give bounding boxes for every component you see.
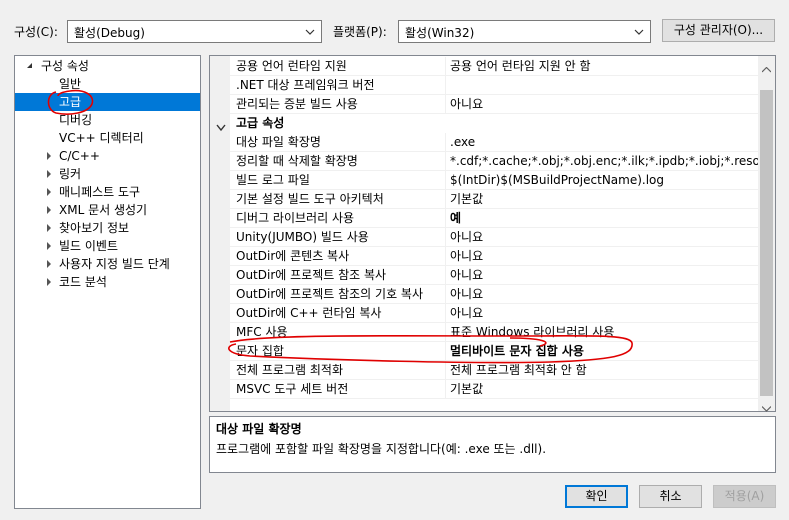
tree-item-label: 코드 분석	[59, 275, 107, 289]
tree-item[interactable]: 코드 분석	[15, 273, 200, 291]
tree-item-label: VC++ 디렉터리	[59, 131, 144, 145]
chevron-down-icon	[302, 23, 318, 40]
property-tree[interactable]: 구성 속성 일반 고급 디버깅 VC++ 디렉터리 C/C++ 링커 매니페스트 도구 XML…	[14, 55, 201, 509]
tree-item-label: C/C++	[59, 149, 100, 163]
tree-item[interactable]: VC++ 디렉터리	[15, 129, 200, 147]
tree-item-label: 매니페스트 도구	[59, 185, 141, 199]
platform-label: 플랫폼(P):	[333, 25, 387, 39]
platform-combobox[interactable]: 활성(Win32)	[398, 20, 651, 43]
platform-value: 활성(Win32)	[405, 26, 475, 40]
ok-button[interactable]: 확인	[565, 485, 628, 508]
cancel-button[interactable]: 취소	[639, 485, 702, 508]
expand-arrow-icon[interactable]	[44, 219, 54, 237]
description-title: 대상 파일 확장명	[216, 422, 302, 436]
description-panel: 대상 파일 확장명 프로그램에 포함할 파일 확장명을 지정합니다(예: .ex…	[209, 416, 776, 473]
expanded-arrow-icon[interactable]	[25, 57, 35, 75]
tree-item[interactable]: XML 문서 생성기	[15, 201, 200, 219]
tree-item[interactable]: C/C++	[15, 147, 200, 165]
tree-item[interactable]: 찾아보기 정보	[15, 219, 200, 237]
apply-button[interactable]: 적용(A)	[713, 485, 776, 508]
tree-item-label: 링커	[59, 167, 82, 181]
tree-item[interactable]: 빌드 이벤트	[15, 237, 200, 255]
scroll-up-icon[interactable]	[761, 62, 772, 76]
expand-arrow-icon[interactable]	[44, 201, 54, 219]
chevron-down-icon	[631, 23, 647, 40]
tree-item[interactable]: 링커	[15, 165, 200, 183]
expand-arrow-icon[interactable]	[44, 255, 54, 273]
scrollbar-thumb[interactable]	[760, 90, 773, 396]
description-text: 프로그램에 포함할 파일 확장명을 지정합니다(예: .exe 또는 .dll)…	[216, 442, 547, 456]
expand-arrow-icon[interactable]	[44, 237, 54, 255]
tree-item-label: 사용자 지정 빌드 단계	[59, 257, 170, 271]
tree-item-label: XML 문서 생성기	[59, 203, 148, 217]
tree-item-label: 찾아보기 정보	[59, 221, 130, 235]
tree-root-label: 구성 속성	[41, 59, 89, 73]
annotation-circle-advanced	[47, 89, 94, 115]
expand-arrow-icon[interactable]	[44, 147, 54, 165]
config-combobox[interactable]: 활성(Debug)	[67, 20, 322, 43]
property-grid[interactable]: 공용 언어 런타임 지원 공용 언어 런타임 지원 안 함 .NET 대상 프레임워…	[209, 55, 776, 412]
expand-arrow-icon[interactable]	[44, 273, 54, 291]
tree-item-label: 빌드 이벤트	[59, 239, 119, 253]
config-value: 활성(Debug)	[74, 26, 145, 40]
expand-arrow-icon[interactable]	[44, 165, 54, 183]
grid-scrollbar[interactable]	[758, 56, 775, 412]
config-manager-button[interactable]: 구성 관리자(O)...	[662, 19, 775, 42]
tree-item[interactable]: 매니페스트 도구	[15, 183, 200, 201]
expand-arrow-icon[interactable]	[44, 183, 54, 201]
tree-root[interactable]: 구성 속성	[15, 57, 200, 75]
annotation-ellipse-charset	[228, 334, 633, 364]
tree-item[interactable]: 사용자 지정 빌드 단계	[15, 255, 200, 273]
config-label: 구성(C):	[14, 25, 58, 39]
scroll-down-icon[interactable]	[761, 401, 772, 415]
